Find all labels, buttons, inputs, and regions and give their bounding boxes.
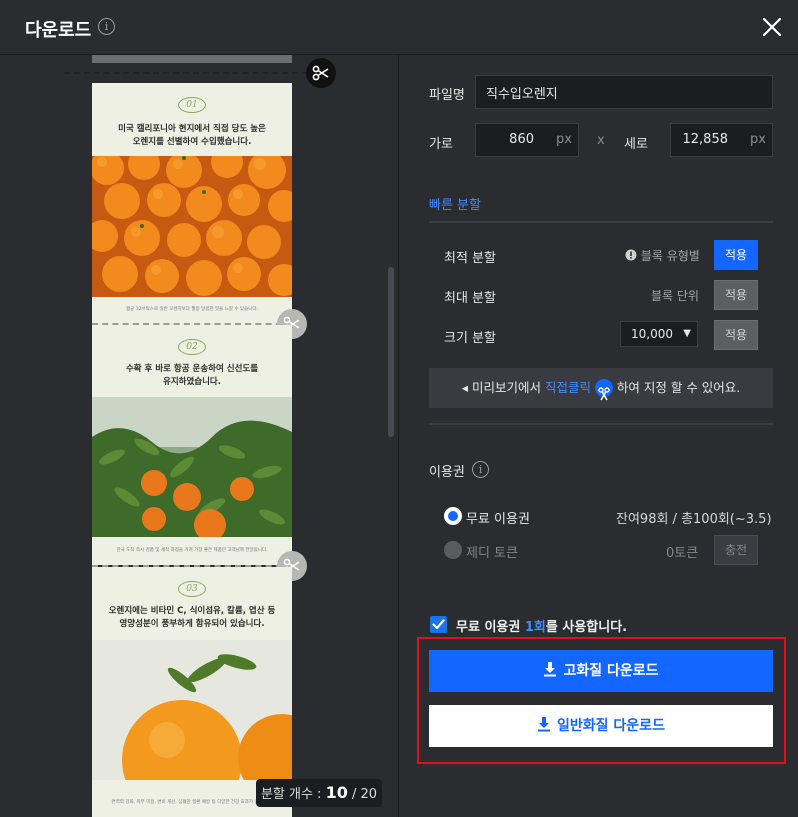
width-label: 가로 [429, 137, 453, 152]
split-marker-button[interactable] [306, 58, 336, 88]
check-icon [432, 619, 445, 630]
filename-label: 파일명 [429, 88, 465, 103]
charge-button[interactable]: 충전 [714, 535, 758, 565]
dimension-separator: x [597, 133, 605, 148]
width-value: 860 [509, 132, 534, 147]
max-split-apply-button[interactable]: 적용 [714, 280, 758, 310]
optimal-split-apply-button[interactable]: 적용 [714, 240, 758, 270]
download-icon [544, 662, 557, 677]
block-heading: 수확 후 바로 항공 운송하여 신선도를 유지하였습니다. [125, 364, 259, 387]
free-license-remaining: 잔여98회 / 총100회(~3.5) [616, 512, 772, 527]
block-number: 03 [178, 581, 206, 597]
manual-split-hint: ◂ 미리보기에서 직접클릭 하여 지정 할 수 있어요. [429, 368, 773, 408]
use-license-checkbox[interactable] [430, 616, 447, 633]
use-license-label: 무료 이용권 1회를 사용합니다. [456, 620, 628, 635]
preview-previous-block [92, 55, 292, 63]
filename-input[interactable] [476, 76, 772, 108]
max-split-sub: 블록 단위 [651, 289, 699, 303]
size-split-apply-button[interactable]: 적용 [714, 320, 758, 350]
jedi-token-radio[interactable] [444, 541, 462, 559]
dialog-header: 다운로드 i [0, 0, 798, 55]
chevron-down-icon: ▼ [683, 328, 691, 339]
height-field[interactable]: 12,858 px [670, 123, 773, 157]
block-number: 02 [178, 339, 206, 355]
scissors-icon [594, 378, 613, 400]
quick-split-title: 빠른 분할 [429, 198, 481, 213]
block-footnote: 평균 12브릭스로 일반 오렌지보다 월등 달콤한 맛을 느낄 수 있습니다. [126, 307, 258, 312]
high-quality-download-button[interactable]: 고화질 다운로드 [429, 650, 773, 692]
height-unit: px [750, 132, 766, 147]
size-split-label: 크기 분할 [444, 331, 496, 346]
preview-panel[interactable]: 01 미국 캘리포니아 현지에서 직접 당도 높은 오렌지를 선별하여 수입했습… [0, 55, 399, 817]
divider [429, 423, 773, 425]
preview-block-2[interactable]: 02 수확 후 바로 항공 운송하여 신선도를 유지하였습니다. 한국 도착 즉… [92, 325, 292, 565]
jedi-token-label: 제디 토큰 [466, 546, 518, 561]
width-field[interactable]: 860 px [475, 123, 579, 157]
block-footnote: 한국 도착 즉시 검품 및 세척 과정을 거쳐 가장 좋은 제품만 고객님께 전… [116, 548, 268, 553]
free-license-radio[interactable] [444, 507, 462, 525]
orange-tree-photo [92, 397, 292, 537]
info-icon[interactable]: i [472, 461, 489, 478]
oranges-closeup-photo [92, 640, 292, 780]
preview-block-1[interactable]: 01 미국 캘리포니아 현지에서 직접 당도 높은 오렌지를 선별하여 수입했습… [92, 83, 292, 325]
jedi-token-value: 0토큰 [666, 546, 699, 561]
download-icon [538, 717, 551, 732]
height-label: 세로 [624, 137, 648, 152]
split-count-current: 10 [325, 783, 348, 802]
block-heading: 미국 캘리포니아 현지에서 직접 당도 높은 오렌지를 선별하여 수입했습니다. [118, 124, 266, 147]
license-title: 이용권 [429, 465, 465, 480]
max-split-label: 최대 분할 [444, 291, 496, 306]
dialog-title: 다운로드 [25, 20, 92, 41]
block-number: 01 [178, 97, 206, 113]
close-button[interactable] [760, 15, 784, 39]
optimal-split-sub: 블록 유형별 [625, 247, 700, 264]
optimal-split-label: 최적 분할 [444, 251, 496, 266]
height-value: 12,858 [682, 132, 729, 147]
settings-panel: 파일명 가로 860 px x 세로 12,858 px 빠른 분할 최적 분할… [400, 55, 798, 817]
oranges-photo [92, 156, 292, 297]
preview-scrollbar[interactable] [388, 267, 394, 437]
normal-quality-download-button[interactable]: 일반화질 다운로드 [429, 705, 773, 747]
split-count-badge: 분할 개수 : 10 / 20 [256, 779, 382, 807]
info-icon[interactable]: i [98, 18, 115, 35]
close-icon [762, 17, 782, 37]
split-line[interactable] [64, 72, 308, 74]
filename-field[interactable] [475, 75, 773, 109]
split-count-total: 20 [360, 787, 378, 802]
scissors-icon [312, 65, 329, 81]
block-heading: 오렌지에는 비타민 C, 식이섬유, 칼륨, 엽산 등 영양성분이 풍부하게 함… [108, 606, 276, 629]
info-filled-icon [625, 249, 637, 261]
divider [429, 221, 773, 223]
width-unit: px [556, 132, 572, 147]
free-license-label: 무료 이용권 [466, 512, 530, 527]
size-split-select[interactable]: 10,000 ▼ [620, 321, 698, 347]
